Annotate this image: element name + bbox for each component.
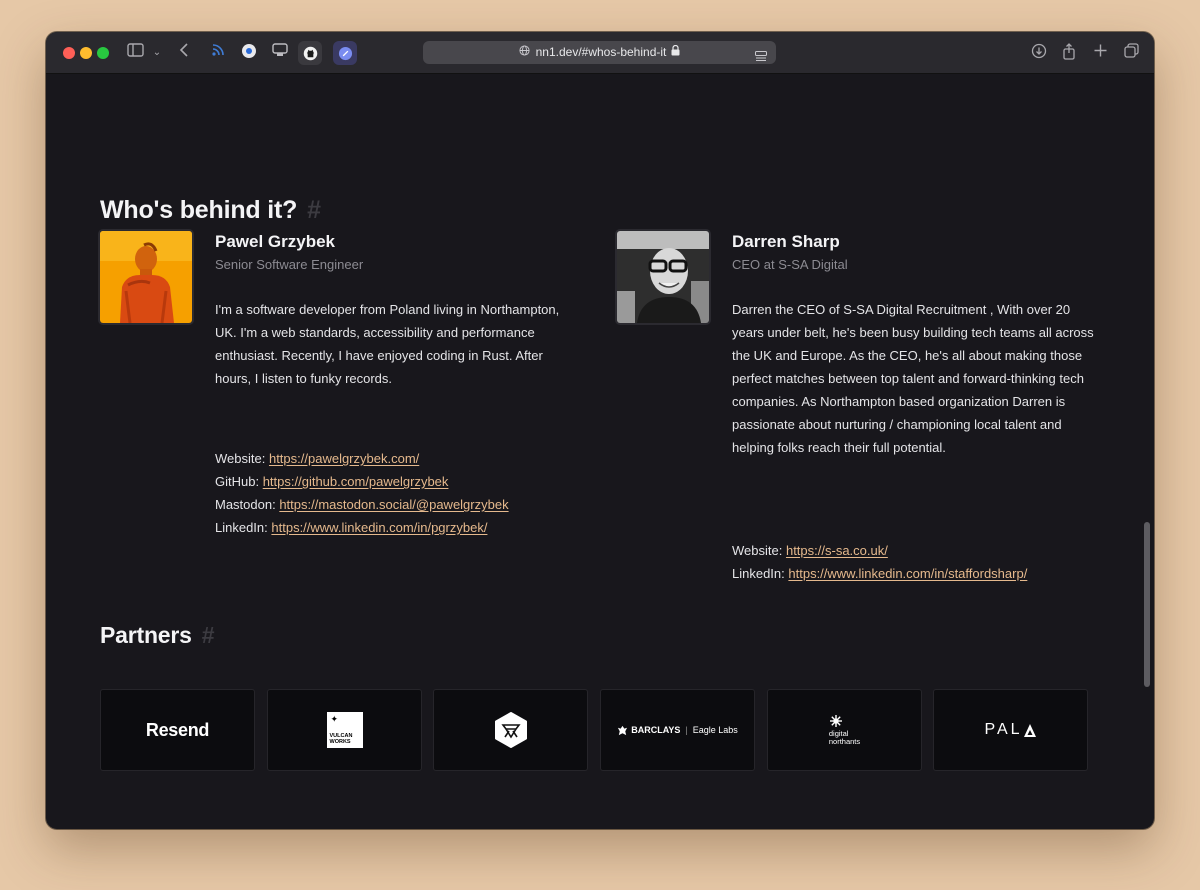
section-anchor-link[interactable]: # (202, 622, 215, 648)
star-icon: ✦ (330, 714, 339, 724)
person-links: Website: https://pawelgrzybek.com/ GitHu… (215, 447, 509, 539)
globe-icon (519, 41, 530, 64)
triangle-a-icon (1023, 723, 1036, 737)
tabs-icon[interactable] (1121, 43, 1141, 63)
person-name: Darren Sharp (732, 232, 840, 251)
github-icon[interactable] (298, 41, 322, 65)
linkedin-link[interactable]: https://www.linkedin.com/in/staffordshar… (788, 566, 1027, 581)
partners-section-heading: Partners # (100, 622, 215, 649)
back-icon[interactable] (174, 43, 194, 63)
person-links: Website: https://s-sa.co.uk/ LinkedIn: h… (732, 539, 1027, 585)
scrollbar-track[interactable] (1143, 74, 1151, 829)
linkedin-link[interactable]: https://www.linkedin.com/in/pgrzybek/ (271, 520, 487, 535)
hexagon-logo (494, 712, 527, 748)
section-anchor-link[interactable]: # (307, 196, 321, 224)
share-icon[interactable] (1059, 43, 1079, 63)
person-bio: I'm a software developer from Poland liv… (215, 302, 560, 386)
team-section-heading: Who's behind it? # (100, 196, 321, 225)
address-bar[interactable]: nn1.dev/#whos-behind-it (423, 41, 776, 64)
partners-section-title: Partners (100, 622, 192, 648)
pala-logo: PAL (984, 721, 1036, 739)
chevron-down-icon[interactable]: ⌄ (147, 43, 167, 63)
browser-toolbar: ⌄ nn1.dev/#whos-behind-it (46, 32, 1154, 74)
browser-window: ⌄ nn1.dev/#whos-behind-it Who's behind i… (46, 32, 1154, 829)
lock-icon (671, 41, 680, 64)
vulcan-works-logo: ✦ VULCAN WORKS (326, 712, 363, 748)
extension-icon[interactable] (333, 41, 357, 65)
github-link[interactable]: https://github.com/pawelgrzybek (263, 474, 449, 489)
portrait-image (100, 231, 192, 323)
website-link[interactable]: https://pawelgrzybek.com/ (269, 451, 419, 466)
partner-hexagon[interactable] (433, 689, 588, 771)
link-row: Website: https://pawelgrzybek.com/ (215, 451, 420, 466)
partner-digital-northants[interactable]: digital northants (767, 689, 922, 771)
zoom-window-button[interactable] (97, 47, 109, 59)
eagle-icon (618, 725, 628, 735)
person-role: Senior Software Engineer (215, 257, 364, 272)
avatar-pawel (98, 229, 194, 325)
portrait-image (617, 231, 709, 323)
mastodon-link[interactable]: https://mastodon.social/@pawelgrzybek (279, 497, 508, 512)
link-row: Mastodon: https://mastodon.social/@pawel… (215, 497, 509, 512)
team-section-title: Who's behind it? (100, 196, 298, 224)
page-content: Who's behind it? # Pawel Grzybek Senior S… (46, 74, 1154, 829)
close-window-button[interactable] (63, 47, 75, 59)
rss-icon[interactable] (208, 43, 228, 63)
resend-logo: Resend (145, 719, 210, 740)
link-row: LinkedIn: https://www.linkedin.com/in/st… (732, 566, 1028, 581)
avatar-darren (615, 229, 711, 325)
extension-icon[interactable] (239, 43, 259, 63)
sunburst-icon (829, 715, 842, 727)
person-name: Pawel Grzybek (215, 232, 336, 251)
barclays-logo: BARCLAYS | Eagle Labs (617, 725, 738, 736)
link-row: GitHub: https://github.com/pawelgrzybek (215, 474, 449, 489)
person-bio: Darren the CEO of S-SA Digital Recruitme… (732, 302, 1094, 455)
reader-icon[interactable] (755, 47, 767, 70)
partner-resend[interactable]: Resend (100, 689, 255, 771)
link-row: LinkedIn: https://www.linkedin.com/in/pg… (215, 520, 488, 535)
website-link[interactable]: https://s-sa.co.uk/ (786, 543, 888, 558)
download-icon[interactable] (1029, 43, 1049, 63)
partner-barclays-eagle-labs[interactable]: BARCLAYS | Eagle Labs (600, 689, 755, 771)
partner-pala[interactable]: PAL (933, 689, 1088, 771)
minimize-window-button[interactable] (80, 47, 92, 59)
link-row: Website: https://s-sa.co.uk/ (732, 543, 888, 558)
partner-vulcan-works[interactable]: ✦ VULCAN WORKS (267, 689, 422, 771)
extension-icon[interactable] (270, 43, 290, 63)
person-role: CEO at S-SA Digital (732, 257, 848, 272)
url-text: nn1.dev/#whos-behind-it (535, 45, 667, 59)
sidebar-icon[interactable] (125, 43, 145, 63)
digital-northants-logo: digital northants (829, 714, 860, 746)
scrollbar-thumb[interactable] (1144, 522, 1150, 687)
plus-icon[interactable] (1090, 43, 1110, 63)
